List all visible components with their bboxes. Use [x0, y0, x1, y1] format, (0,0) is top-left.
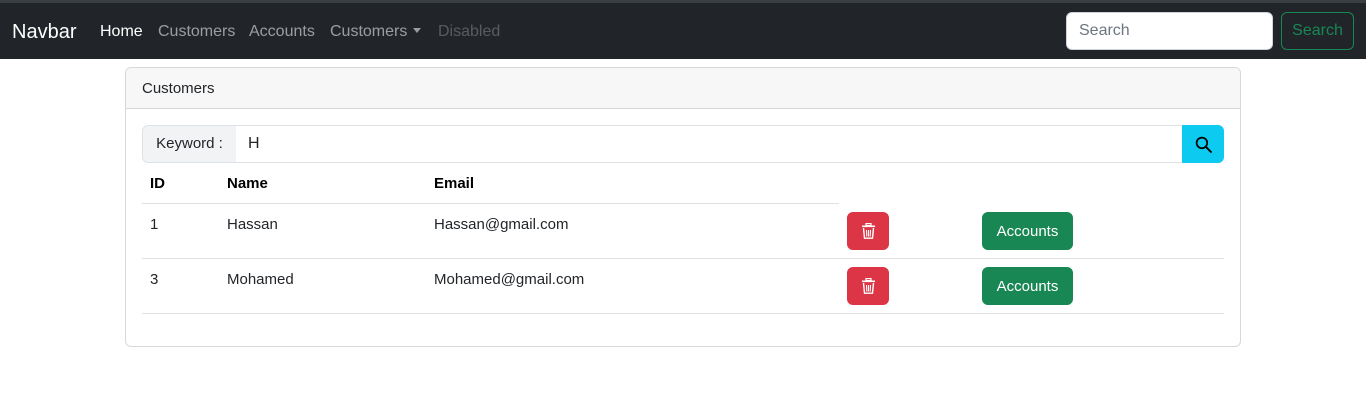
cell-email: Mohamed@gmail.com [434, 271, 585, 288]
keyword-search-button[interactable] [1182, 125, 1224, 163]
nav-link-disabled: Disabled [438, 23, 501, 40]
navbar-brand[interactable]: Navbar [12, 21, 76, 43]
keyword-label: Keyword : [142, 125, 237, 163]
cell-name: Mohamed [227, 271, 294, 288]
column-header-email: Email [434, 175, 475, 192]
trash-icon [862, 223, 875, 239]
keyword-search-group: Keyword : [142, 125, 1224, 163]
cell-name: Hassan [227, 216, 278, 233]
table-row: 1 Hassan Hassan@gmail.com Accounts [142, 204, 1224, 259]
accounts-button[interactable]: Accounts [982, 212, 1073, 250]
accounts-button[interactable]: Accounts [982, 267, 1073, 305]
column-header-name: Name [227, 175, 268, 192]
cell-email: Hassan@gmail.com [434, 216, 569, 233]
customers-card: Customers Keyword : ID Name Email 1 Hass… [125, 67, 1241, 347]
nav-link-customers[interactable]: Customers [158, 22, 235, 42]
column-header-id: ID [150, 175, 165, 192]
nav-dropdown-customers[interactable]: Customers [330, 22, 422, 42]
nav-dropdown-label: Customers [330, 23, 408, 40]
caret-down-icon [413, 28, 422, 33]
keyword-input[interactable] [236, 125, 1183, 163]
delete-button[interactable] [847, 267, 889, 305]
navbar: Navbar Home Customers Accounts Customers… [0, 0, 1366, 59]
cell-id: 1 [150, 216, 159, 233]
navbar-search-input[interactable] [1066, 12, 1273, 50]
search-icon [1195, 136, 1212, 153]
cell-id: 3 [150, 271, 159, 288]
nav-link-home[interactable]: Home [100, 22, 143, 42]
nav-link-accounts[interactable]: Accounts [249, 22, 315, 42]
trash-icon [862, 278, 875, 294]
table-row: 3 Mohamed Mohamed@gmail.com Accounts [142, 259, 1224, 314]
card-header: Customers [126, 68, 1240, 109]
navbar-search-button[interactable]: Search [1281, 12, 1354, 50]
delete-button[interactable] [847, 212, 889, 250]
